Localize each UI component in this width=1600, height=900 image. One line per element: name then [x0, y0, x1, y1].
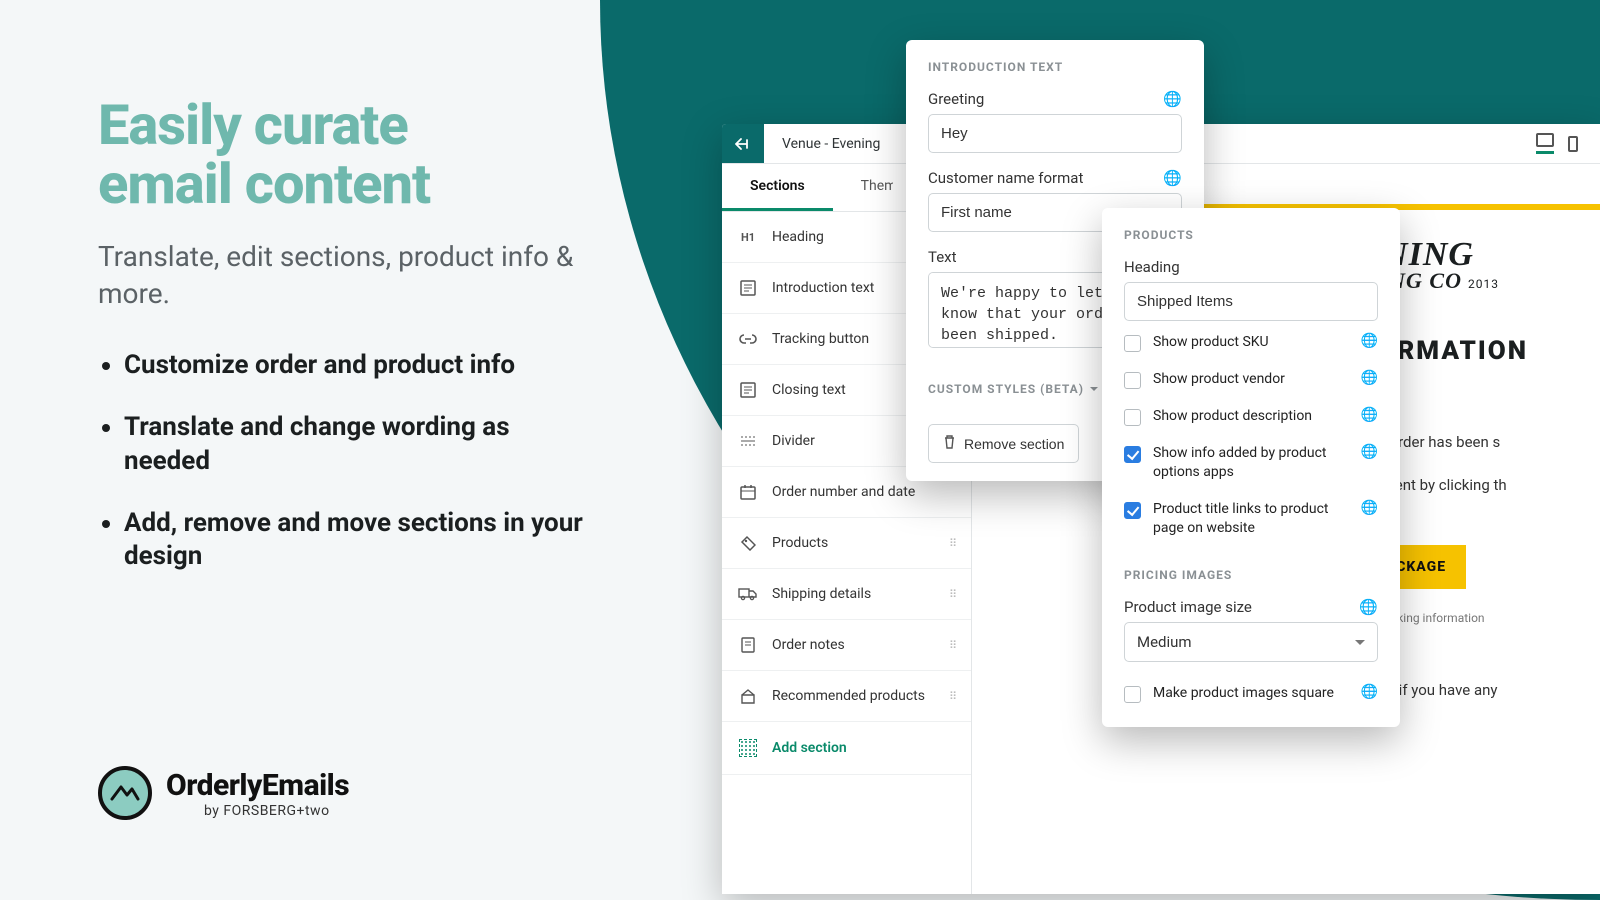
section-recommended[interactable]: Recommended products⠿: [722, 671, 971, 722]
globe-icon[interactable]: 🌐: [1361, 684, 1378, 700]
globe-icon[interactable]: 🌐: [1361, 444, 1378, 460]
brand-logo-icon: [98, 766, 152, 820]
gift-icon: [738, 688, 758, 704]
greeting-input[interactable]: [928, 114, 1182, 153]
trash-icon: [943, 435, 956, 452]
divider-icon: [738, 435, 758, 447]
show-sku-checkbox[interactable]: Show product SKU🌐: [1124, 321, 1378, 358]
add-icon: [739, 739, 757, 757]
desktop-preview-toggle[interactable]: [1536, 133, 1554, 154]
calendar-icon: [738, 484, 758, 500]
show-options-info-checkbox[interactable]: Show info added by product options apps🌐: [1124, 432, 1378, 488]
brand-lockup: OrderlyEmails by FORSBERG+two: [98, 766, 349, 820]
remove-section-button[interactable]: Remove section: [928, 424, 1079, 463]
globe-icon[interactable]: 🌐: [1361, 407, 1378, 423]
drag-handle-icon[interactable]: ⠿: [949, 690, 959, 703]
tab-sections[interactable]: Sections: [722, 164, 833, 211]
pricing-images-heading: PRICING IMAGES: [1124, 568, 1378, 582]
brand-byline: by FORSBERG+two: [204, 803, 349, 819]
desktop-icon: [1536, 133, 1554, 147]
name-format-label: Customer name format🌐: [928, 169, 1182, 187]
hero-bullet: Customize order and product info: [124, 349, 598, 383]
globe-icon[interactable]: 🌐: [1163, 90, 1182, 108]
show-description-checkbox[interactable]: Show product description🌐: [1124, 395, 1378, 432]
globe-icon[interactable]: 🌐: [1361, 500, 1378, 516]
panel-title: INTRODUCTION TEXT: [928, 60, 1182, 74]
products-heading-input[interactable]: [1124, 282, 1378, 321]
globe-icon[interactable]: 🌐: [1361, 333, 1378, 349]
heading-icon: H1: [738, 231, 758, 244]
greeting-label: Greeting🌐: [928, 90, 1182, 108]
back-button[interactable]: [722, 124, 764, 163]
note-icon: [738, 637, 758, 653]
panel-title: PRODUCTS: [1124, 228, 1378, 242]
tab-theme[interactable]: Theme: [833, 164, 893, 211]
hero-bullet: Add, remove and move sections in your de…: [124, 507, 598, 575]
app-title: Venue - Evening: [764, 124, 898, 163]
hero-subtext: Translate, edit sections, product info &…: [98, 238, 598, 314]
image-size-label: Product image size🌐: [1124, 598, 1378, 616]
tag-icon: [738, 535, 758, 551]
truck-icon: [738, 587, 758, 601]
globe-icon[interactable]: 🌐: [1359, 598, 1378, 616]
square-images-checkbox[interactable]: Make product images square🌐: [1124, 672, 1378, 709]
products-heading-label: Heading: [1124, 258, 1378, 276]
hero-bullet-list: Customize order and product info Transla…: [98, 349, 598, 574]
link-icon: [738, 332, 758, 346]
hero-bullet: Translate and change wording as needed: [124, 411, 598, 479]
show-vendor-checkbox[interactable]: Show product vendor🌐: [1124, 358, 1378, 395]
globe-icon[interactable]: 🌐: [1361, 370, 1378, 386]
section-products[interactable]: Products⠿: [722, 518, 971, 569]
mobile-preview-toggle[interactable]: [1568, 136, 1578, 152]
section-order-notes[interactable]: Order notes⠿: [722, 620, 971, 671]
add-section-button[interactable]: Add section: [722, 722, 971, 775]
image-size-select[interactable]: Medium: [1124, 622, 1378, 662]
drag-handle-icon[interactable]: ⠿: [949, 639, 959, 652]
text-block-icon: [738, 280, 758, 296]
globe-icon[interactable]: 🌐: [1163, 169, 1182, 187]
drag-handle-icon[interactable]: ⠿: [949, 588, 959, 601]
brand-name: OrderlyEmails: [166, 768, 349, 803]
text-block-icon: [738, 382, 758, 398]
mobile-icon: [1568, 136, 1578, 152]
section-shipping[interactable]: Shipping details⠿: [722, 569, 971, 620]
hero-headline: Easily curate email content: [98, 96, 598, 214]
title-links-checkbox[interactable]: Product title links to product page on w…: [1124, 488, 1378, 544]
products-panel: PRODUCTS Heading Show product SKU🌐 Show …: [1102, 208, 1400, 727]
drag-handle-icon[interactable]: ⠿: [949, 537, 959, 550]
